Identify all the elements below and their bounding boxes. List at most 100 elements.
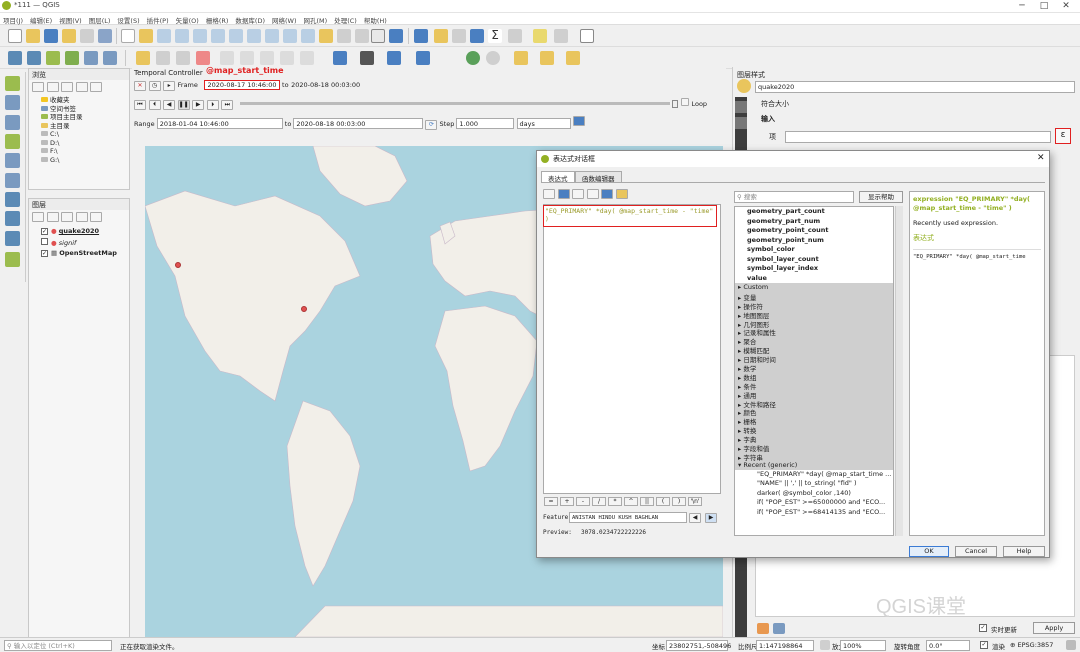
op-concat-button[interactable]: || xyxy=(640,497,654,506)
function-group[interactable]: ▸ 字典 xyxy=(735,434,893,444)
menu-database[interactable]: 数据库(D) xyxy=(235,15,265,25)
recent-expression-item[interactable]: darker( @symbol_color ,140) xyxy=(735,489,893,499)
zoom-layer-icon[interactable] xyxy=(247,29,261,43)
label-toolbar-icon[interactable] xyxy=(136,51,150,65)
layer-item-signif[interactable]: ● signif xyxy=(29,238,129,249)
zoom-native-icon[interactable] xyxy=(265,29,279,43)
symbology-tab-icon[interactable] xyxy=(735,101,747,113)
python-console-icon[interactable] xyxy=(387,51,401,65)
add-wcs-icon[interactable] xyxy=(5,211,20,226)
range-start-input[interactable]: 2018-01-04 10:46:00 xyxy=(156,118,283,129)
play-forward-icon[interactable]: ▶ xyxy=(192,100,205,110)
zoom-next-icon[interactable] xyxy=(301,29,315,43)
op-multiply-button[interactable]: * xyxy=(608,497,622,506)
function-group[interactable]: ▸ 模糊匹配 xyxy=(735,345,893,355)
op-power-button[interactable]: ^ xyxy=(624,497,638,506)
digitize-3-icon[interactable] xyxy=(260,51,274,65)
temporal-controller-icon[interactable] xyxy=(371,29,385,43)
recent-expression-item[interactable]: if( "POP_EST" >=68414135 and "ECO... xyxy=(735,508,893,518)
ok-button[interactable]: OK xyxy=(909,546,949,557)
loop-checkbox[interactable] xyxy=(680,98,689,106)
sum-icon[interactable]: Σ xyxy=(488,29,502,43)
fixed-range-icon[interactable]: ◷ xyxy=(148,81,161,91)
browser-item-favorites[interactable]: 收藏夹 xyxy=(29,96,129,105)
properties-icon[interactable] xyxy=(90,82,103,92)
new-file-icon[interactable] xyxy=(543,189,555,199)
magnifier-value[interactable]: 100% xyxy=(840,640,886,651)
play-backward-icon[interactable]: ◀ xyxy=(163,100,176,110)
settings-gear-icon[interactable] xyxy=(470,29,484,43)
globe-icon[interactable] xyxy=(466,51,480,65)
pause-icon[interactable]: ❚❚ xyxy=(177,100,190,110)
minimize-button[interactable]: ─ xyxy=(1012,0,1032,12)
save-expression-icon[interactable] xyxy=(557,189,570,199)
function-group[interactable]: ▸ 数学 xyxy=(735,363,893,373)
edit-expression-icon[interactable] xyxy=(572,189,585,199)
statistics-icon[interactable] xyxy=(452,29,466,43)
export-icon[interactable] xyxy=(615,189,628,199)
layer-visibility-checkbox[interactable]: ✓ xyxy=(41,250,48,257)
label-show-icon[interactable] xyxy=(176,51,190,65)
previous-frame-icon[interactable]: ⏴ xyxy=(148,100,161,110)
range-end-input[interactable]: 2020-08-18 00:03:00 xyxy=(293,118,424,129)
function-group[interactable]: ▸ 变量 xyxy=(735,291,893,302)
function-item[interactable]: symbol_color xyxy=(735,245,893,255)
browser-item-project-home[interactable]: 项目主目录 xyxy=(29,113,129,122)
digitize-4-icon[interactable] xyxy=(280,51,294,65)
render-checkbox[interactable]: ✓ xyxy=(980,641,988,649)
function-item[interactable]: geometry_part_count xyxy=(735,207,893,217)
browser-item-d-drive[interactable]: D:\ xyxy=(29,139,129,148)
labels-tab-icon[interactable] xyxy=(735,117,747,129)
time-slider-handle[interactable] xyxy=(672,99,679,108)
menu-view[interactable]: 视图(V) xyxy=(59,15,82,25)
annotation-icon[interactable] xyxy=(554,29,568,43)
add-raster-icon[interactable] xyxy=(5,95,20,110)
function-group[interactable]: ▸ 转换 xyxy=(735,425,893,435)
op-plus-button[interactable]: + xyxy=(560,497,574,506)
browser-item-home[interactable]: 主目录 xyxy=(29,122,129,131)
add-mssql-icon[interactable] xyxy=(5,153,20,168)
expression-epsilon-button[interactable]: ε xyxy=(1055,128,1071,144)
time-slider[interactable] xyxy=(239,102,670,105)
live-update-checkbox[interactable]: ✓ xyxy=(979,624,987,632)
function-group[interactable]: ▸ 条件 xyxy=(735,380,893,391)
function-search-input[interactable]: ⚲ 搜索 xyxy=(734,191,854,203)
function-group-recent[interactable]: ▾ Recent (generic) xyxy=(735,460,893,470)
layout-manager-icon[interactable] xyxy=(80,29,94,43)
set-range-icon[interactable]: ⟳ xyxy=(425,120,438,130)
save-project-icon[interactable] xyxy=(44,29,58,43)
feature-select[interactable]: ANISTAN HINDU KUSH BAGHLAN xyxy=(569,512,687,523)
layer-visibility-checkbox[interactable]: ✓ xyxy=(41,228,48,235)
next-feature-icon[interactable]: ▶ xyxy=(705,513,717,523)
menu-layer[interactable]: 图层(L) xyxy=(89,15,111,25)
browser-item-g-drive[interactable]: G:\ xyxy=(29,156,129,165)
function-item[interactable]: geometry_part_num xyxy=(735,217,893,227)
layer-visibility-checkbox[interactable] xyxy=(41,238,48,245)
digitize-5-icon[interactable] xyxy=(300,51,314,65)
add-delimited-text-icon[interactable] xyxy=(103,51,117,65)
next-frame-icon[interactable]: ⏵ xyxy=(206,100,219,110)
expression-editor[interactable] xyxy=(543,204,721,494)
select-features-icon[interactable] xyxy=(514,51,528,65)
scale-value[interactable]: 1:147198864 xyxy=(756,640,814,651)
lock-scale-icon[interactable] xyxy=(820,640,830,650)
gps-icon[interactable] xyxy=(360,51,374,65)
op-lparen-button[interactable]: ( xyxy=(656,497,670,506)
op-divide-button[interactable]: / xyxy=(592,497,606,506)
function-group[interactable]: ▸ 聚合 xyxy=(735,336,893,346)
function-group[interactable]: ▸ 通用 xyxy=(735,389,893,400)
refresh-icon[interactable] xyxy=(389,29,403,43)
function-item[interactable]: geometry_point_count xyxy=(735,226,893,236)
new-3d-view-icon[interactable] xyxy=(337,29,351,43)
show-help-button[interactable]: 显示帮助 xyxy=(859,191,903,203)
new-map-view-icon[interactable] xyxy=(319,29,333,43)
crs-button[interactable]: ⊕ EPSG:3857 xyxy=(1010,641,1053,649)
browser-item-c-drive[interactable]: C:\ xyxy=(29,130,129,139)
menu-edit[interactable]: 编辑(E) xyxy=(30,15,52,25)
menu-plugins[interactable]: 插件(P) xyxy=(147,15,169,25)
zoom-last-icon[interactable] xyxy=(283,29,297,43)
menu-settings[interactable]: 设置(S) xyxy=(117,15,139,25)
add-virtual-layer-icon[interactable] xyxy=(5,252,20,267)
measure-icon[interactable] xyxy=(508,29,522,43)
skip-end-icon[interactable]: ⏭ xyxy=(221,100,234,110)
